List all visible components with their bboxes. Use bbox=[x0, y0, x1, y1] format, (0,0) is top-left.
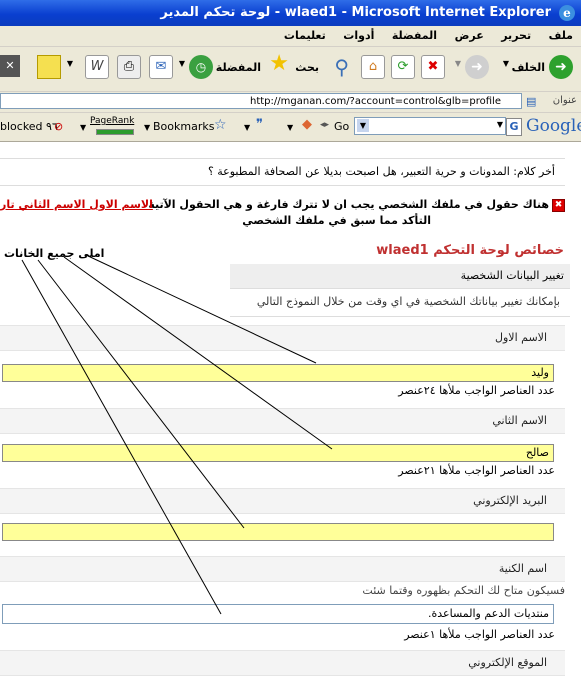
mail-dropdown-icon[interactable]: ▼ bbox=[179, 59, 185, 68]
google-g-icon[interactable]: G bbox=[506, 118, 522, 136]
notes-dropdown-icon[interactable]: ▼ bbox=[67, 59, 73, 68]
annotation-line-2 bbox=[63, 256, 333, 450]
bookmarks-label[interactable]: Bookmarks bbox=[153, 120, 214, 133]
forward-arrow-icon[interactable]: ➜ bbox=[465, 55, 489, 79]
address-label: عنوان bbox=[552, 95, 577, 106]
pagerank-dropdown-icon[interactable]: ▼ bbox=[80, 123, 86, 132]
google-search-input[interactable]: ▼ ▼ bbox=[354, 117, 506, 135]
favorites-star-icon[interactable]: ★ bbox=[269, 51, 289, 76]
go-button[interactable]: Go bbox=[334, 120, 349, 133]
google-toolbar: blocked ٩٦ ⊘ ▼ PageRank ▼ Bookmarks ☆ ▼ … bbox=[0, 113, 581, 142]
translate-dropdown-icon[interactable]: ▼ bbox=[287, 123, 293, 132]
ie-icon: e bbox=[559, 5, 575, 21]
messenger-icon[interactable]: ✕ bbox=[0, 55, 20, 77]
google-logo: Google bbox=[526, 116, 581, 136]
back-dropdown-icon[interactable]: ▼ bbox=[503, 59, 509, 68]
refresh-icon[interactable]: ⟳ bbox=[391, 55, 415, 79]
arrows-icon[interactable]: ◂▸ bbox=[320, 120, 329, 130]
menu-edit[interactable]: تحرير bbox=[501, 26, 531, 46]
edit-word-icon[interactable]: W bbox=[85, 55, 109, 79]
favorites-label[interactable]: المفضلة bbox=[216, 61, 261, 74]
menu-bar: ملف تحرير عرض المفضلة أدوات تعليمات bbox=[0, 26, 581, 47]
pagerank-label[interactable]: PageRank bbox=[90, 116, 134, 126]
popup-blocker-icon[interactable]: ⊘ bbox=[54, 120, 63, 133]
menu-view[interactable]: عرض bbox=[455, 26, 484, 46]
annotation-line-3 bbox=[37, 259, 245, 529]
menu-favorites[interactable]: المفضلة bbox=[392, 26, 437, 46]
notes-icon[interactable] bbox=[37, 55, 61, 79]
bookmark-star-icon[interactable]: ☆ bbox=[214, 117, 227, 133]
window-title: wlaed1 - Microsoft Internet Explorer - ل… bbox=[160, 5, 551, 20]
home-icon[interactable]: ⌂ bbox=[361, 55, 385, 79]
mail-icon[interactable]: ✉ bbox=[149, 55, 173, 79]
back-arrow-icon[interactable]: ➜ bbox=[549, 55, 573, 79]
search-icon[interactable]: ⚲ bbox=[334, 55, 349, 79]
page-content: أخر كلام: المدونات و حرية التعبير، هل اص… bbox=[0, 142, 581, 676]
menu-tools[interactable]: أدوات bbox=[343, 26, 374, 46]
forward-dropdown-icon[interactable]: ▼ bbox=[455, 59, 461, 68]
stop-icon[interactable]: ✖ bbox=[421, 55, 445, 79]
page-icon: ▤ bbox=[526, 95, 537, 108]
annotation-lines bbox=[21, 254, 333, 615]
back-label[interactable]: الخلف bbox=[512, 61, 545, 74]
bookmarks-dropdown-icon[interactable]: ▼ bbox=[144, 123, 150, 132]
blog-dropdown-icon[interactable]: ▼ bbox=[244, 123, 250, 132]
annotation-line-1 bbox=[85, 254, 317, 364]
menu-file[interactable]: ملف bbox=[549, 26, 573, 46]
address-bar: http://mganan.com/?account=control&glb=p… bbox=[0, 92, 581, 113]
title-bar: wlaed1 - Microsoft Internet Explorer - ل… bbox=[0, 0, 581, 26]
popup-blocked-label[interactable]: blocked ٩٦ bbox=[0, 120, 58, 133]
pagerank-bar bbox=[96, 129, 134, 135]
history-icon[interactable]: ◷ bbox=[189, 55, 213, 79]
blogger-icon[interactable]: ❞ bbox=[256, 117, 263, 132]
address-input[interactable]: http://mganan.com/?account=control&glb=p… bbox=[0, 93, 522, 109]
search-dropdown-icon[interactable]: ▼ bbox=[497, 120, 503, 129]
print-icon[interactable]: ⎙ bbox=[117, 55, 141, 79]
translate-icon[interactable]: ◆ bbox=[302, 117, 312, 132]
search-label[interactable]: بحث bbox=[295, 61, 319, 74]
annotation-line-4 bbox=[21, 259, 222, 615]
menu-help[interactable]: تعليمات bbox=[284, 26, 326, 46]
search-history-dropdown-icon[interactable]: ▼ bbox=[357, 119, 369, 132]
toolbar: ➜ الخلف ▼ ➜ ▼ ✖ ⟳ ⌂ ⚲ بحث ★ المفضلة ◷ ✉ … bbox=[0, 47, 581, 92]
